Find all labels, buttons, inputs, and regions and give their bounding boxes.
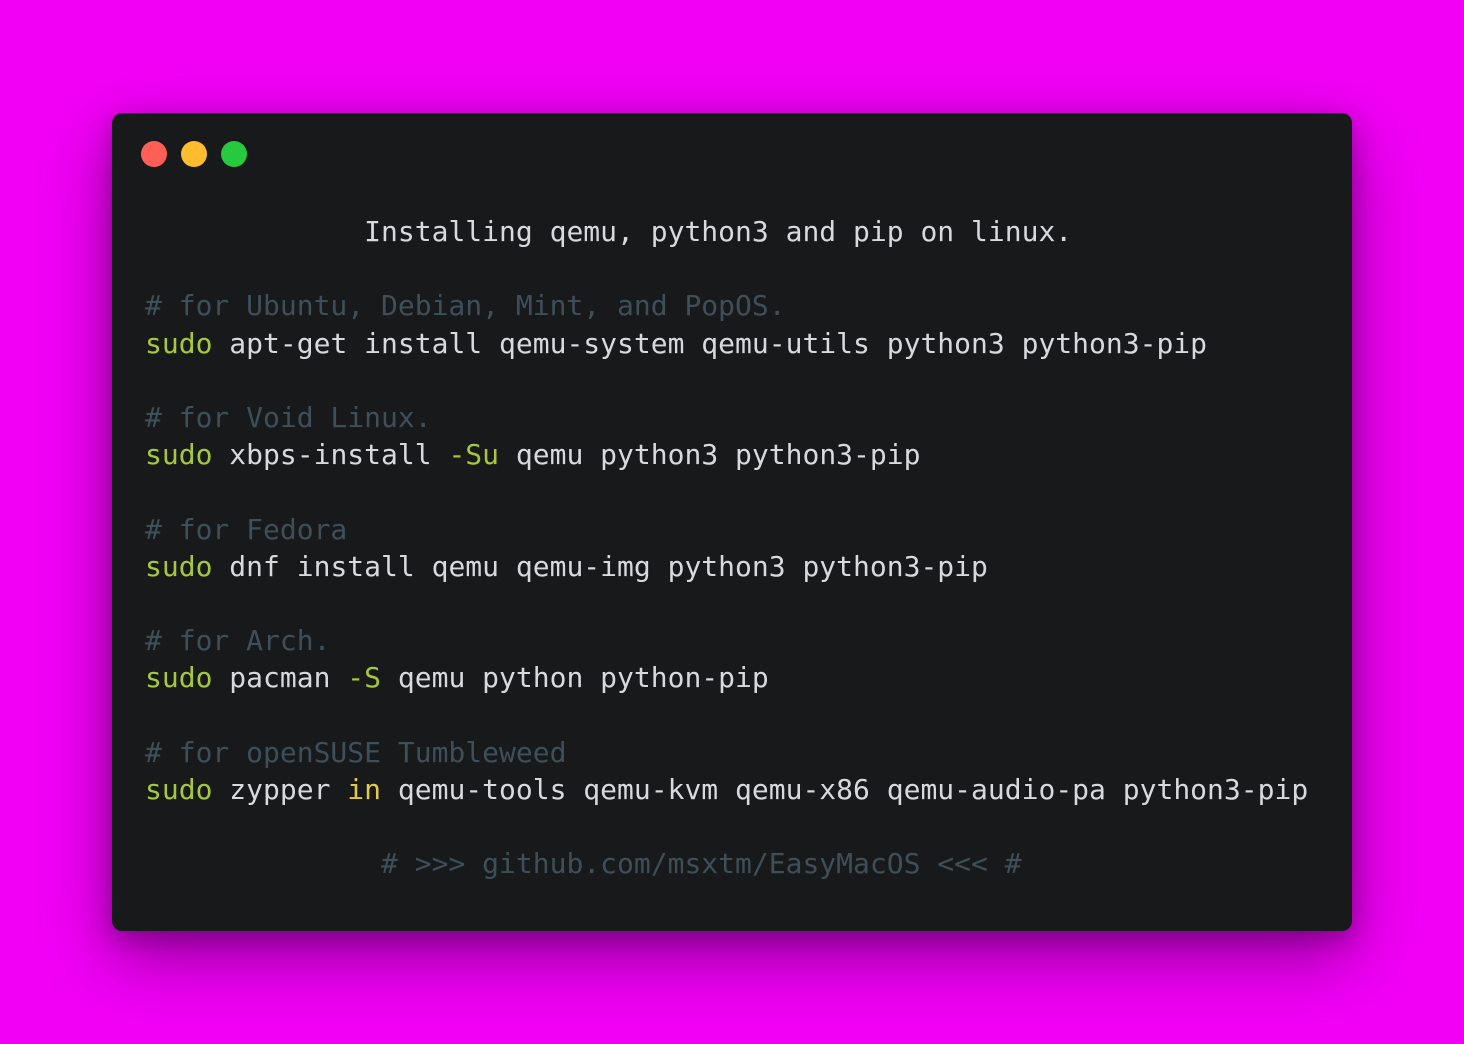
void-command: xbps-install — [212, 438, 449, 472]
fedora-comment: # for Fedora — [145, 512, 348, 546]
arch-args: qemu python python-pip — [381, 661, 769, 695]
opensuse-command-line: sudo zypper in qemu-tools qemu-kvm qemu-… — [145, 771, 1308, 808]
fedora-command: dnf install qemu qemu-img python3 python… — [212, 549, 988, 583]
footer-line: # >>> github.com/msxtm/EasyMacOS <<< # — [145, 845, 1308, 882]
fedora-comment-line: # for Fedora — [145, 511, 1308, 548]
fedora-sudo: sudo — [145, 549, 213, 583]
close-button[interactable] — [141, 141, 167, 167]
arch-command-line: sudo pacman -S qemu python python-pip — [145, 659, 1308, 696]
arch-flag: -S — [347, 661, 382, 695]
void-args: qemu python3 python3-pip — [499, 438, 921, 472]
opensuse-args: qemu-tools qemu-kvm qemu-x86 qemu-audio-… — [381, 772, 1309, 806]
ubuntu-command: apt-get install qemu-system qemu-utils p… — [212, 326, 1208, 360]
arch-sudo: sudo — [145, 661, 213, 695]
code-title-line: Installing qemu, python3 and pip on linu… — [145, 213, 1308, 250]
void-sudo: sudo — [145, 438, 213, 472]
code-title: Installing qemu, python3 and pip on linu… — [364, 215, 1073, 248]
terminal-window: Installing qemu, python3 and pip on linu… — [112, 113, 1352, 931]
void-command-line: sudo xbps-install -Su qemu python3 pytho… — [145, 436, 1308, 473]
ubuntu-sudo: sudo — [145, 326, 213, 360]
ubuntu-command-line: sudo apt-get install qemu-system qemu-ut… — [145, 325, 1308, 362]
opensuse-sudo: sudo — [145, 772, 213, 806]
ubuntu-comment: # for Ubuntu, Debian, Mint, and PopOS. — [145, 289, 786, 323]
arch-comment: # for Arch. — [145, 624, 331, 658]
window-controls — [141, 141, 247, 167]
opensuse-comment: # for openSUSE Tumbleweed — [145, 735, 567, 769]
opensuse-keyword: in — [347, 772, 382, 806]
zoom-button[interactable] — [221, 141, 247, 167]
fedora-command-line: sudo dnf install qemu qemu-img python3 p… — [145, 548, 1308, 585]
opensuse-comment-line: # for openSUSE Tumbleweed — [145, 734, 1308, 771]
opensuse-command: zypper — [212, 772, 348, 806]
void-comment: # for Void Linux. — [145, 400, 432, 434]
footer-link-comment: # >>> github.com/msxtm/EasyMacOS <<< # — [381, 847, 1022, 881]
arch-comment-line: # for Arch. — [145, 622, 1308, 659]
void-flag: -Su — [448, 438, 500, 472]
code-block: Installing qemu, python3 and pip on linu… — [145, 213, 1308, 882]
ubuntu-comment-line: # for Ubuntu, Debian, Mint, and PopOS. — [145, 287, 1308, 324]
minimize-button[interactable] — [181, 141, 207, 167]
arch-command: pacman — [212, 661, 348, 695]
void-comment-line: # for Void Linux. — [145, 399, 1308, 436]
